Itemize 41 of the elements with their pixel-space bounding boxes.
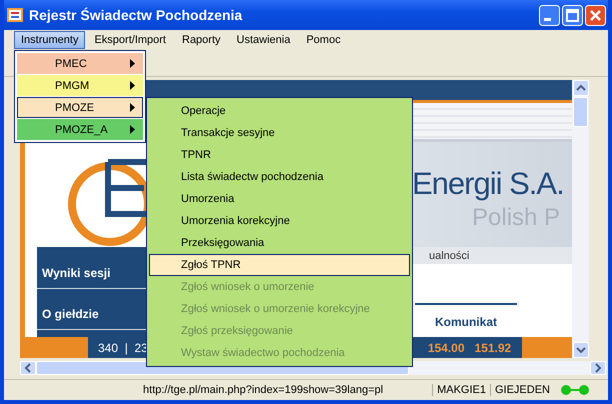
status-user: MAKGIE1 <box>432 384 490 396</box>
menu-item[interactable]: Ustawienia <box>230 31 298 49</box>
status-group: GIEJEDEN <box>490 384 554 396</box>
scroll-left-icon[interactable] <box>20 361 36 375</box>
submenu-arrow-icon <box>130 81 135 90</box>
menu-item[interactable]: Pomoc <box>299 31 348 49</box>
news-tab[interactable]: ualności <box>429 250 470 262</box>
menu-item[interactable]: Transakcje sesyjne <box>149 122 410 144</box>
connection-icon <box>560 384 590 396</box>
price-value: 151.92 <box>474 340 512 354</box>
submenu-arrow-icon <box>130 59 135 68</box>
menu-item[interactable]: Instrumenty <box>14 31 86 49</box>
maximize-button[interactable] <box>562 4 583 26</box>
notice-heading: Komunikat <box>414 303 517 329</box>
menu-item[interactable]: PMEC <box>17 53 143 74</box>
menu-item[interactable]: Umorzenia <box>149 188 410 210</box>
status-url: http://tge.pl/main.php?index=199show=39lang=pl <box>142 384 384 396</box>
menu-item[interactable]: Operacje <box>149 100 410 122</box>
scroll-up-icon[interactable] <box>572 80 588 96</box>
submenu-arrow-icon <box>130 125 135 134</box>
menu-item[interactable]: PMGM <box>17 75 143 96</box>
scroll-right-icon[interactable] <box>590 361 606 375</box>
menu-item[interactable]: TPNR <box>149 144 410 166</box>
menu-item[interactable]: Lista świadectw pochodzenia <box>149 166 410 188</box>
vertical-scrollbar[interactable] <box>572 80 589 358</box>
app-icon <box>7 7 23 23</box>
minimize-button[interactable] <box>539 4 560 26</box>
menu-item[interactable]: Eksport/Import <box>87 31 173 49</box>
scroll-thumb[interactable] <box>573 97 588 127</box>
menu-item[interactable]: Przeksięgowania <box>149 232 410 254</box>
close-button[interactable] <box>585 4 606 26</box>
menu-item[interactable]: Raporty <box>175 31 228 49</box>
scroll-down-icon[interactable] <box>572 342 588 358</box>
menu-item[interactable]: PMOZE <box>17 97 143 118</box>
price-value: 154.00 <box>426 340 465 354</box>
menu-item[interactable]: Zgłoś TPNR <box>149 254 410 276</box>
submenu-arrow-icon <box>130 103 135 112</box>
banner-title: Energii S.A. <box>412 165 564 203</box>
menu-item[interactable]: Umorzenia korekcyjne <box>149 210 410 232</box>
window-title: Rejestr Świadectw Pochodzenia <box>29 7 244 23</box>
menu-item[interactable]: PMOZE_A <box>17 119 143 140</box>
